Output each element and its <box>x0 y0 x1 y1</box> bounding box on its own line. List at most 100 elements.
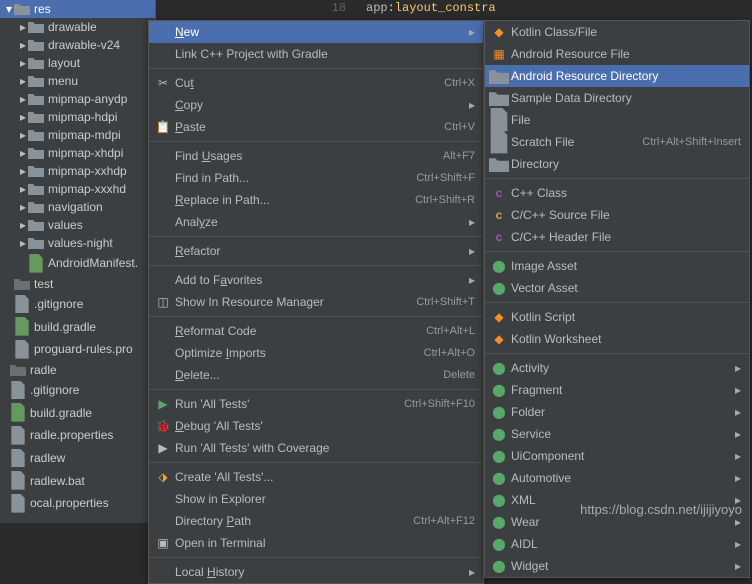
submenu-item-directory[interactable]: Directory <box>485 153 749 175</box>
expand-arrow-icon[interactable]: ▸ <box>18 74 28 88</box>
submenu-item-c-c-header-file[interactable]: cC/C++ Header File <box>485 226 749 248</box>
expand-arrow-icon[interactable]: ▸ <box>18 110 28 124</box>
tree-item--gitignore[interactable]: .gitignore <box>0 379 155 402</box>
submenu-item-image-asset[interactable]: ⬤Image Asset <box>485 255 749 277</box>
submenu-item-vector-asset[interactable]: ⬤Vector Asset <box>485 277 749 299</box>
menu-item-copy[interactable]: Copy▸ <box>149 94 483 116</box>
tree-item-mipmap-mdpi[interactable]: ▸mipmap-mdpi <box>0 126 155 144</box>
tree-item-radle-properties[interactable]: radle.properties <box>0 424 155 447</box>
tree-item-menu[interactable]: ▸menu <box>0 72 155 90</box>
tree-item-ocal-properties[interactable]: ocal.properties <box>0 492 155 515</box>
menu-label: Delete... <box>173 368 443 382</box>
menu-item-show-in-resource-manager[interactable]: ◫Show In Resource ManagerCtrl+Shift+T <box>149 291 483 313</box>
menu-item-delete-[interactable]: Delete...Delete <box>149 364 483 386</box>
menu-label: Replace in Path... <box>173 193 415 207</box>
menu-item-replace-in-path-[interactable]: Replace in Path...Ctrl+Shift+R <box>149 189 483 211</box>
menu-item-create-all-tests-[interactable]: ⬗Create 'All Tests'... <box>149 466 483 488</box>
submenu-item-service[interactable]: ⬤Service▸ <box>485 423 749 445</box>
tree-item-AndroidManifest-[interactable]: AndroidManifest. <box>0 252 155 275</box>
tree-item-layout[interactable]: ▸layout <box>0 54 155 72</box>
menu-item-optimize-imports[interactable]: Optimize ImportsCtrl+Alt+O <box>149 342 483 364</box>
menu-item-analyze[interactable]: Analyze▸ <box>149 211 483 233</box>
expand-arrow-icon[interactable]: ▸ <box>18 218 28 232</box>
submenu-item-kotlin-worksheet[interactable]: ◆Kotlin Worksheet <box>485 328 749 350</box>
expand-arrow-icon[interactable]: ▸ <box>18 182 28 196</box>
menu-item-directory-path[interactable]: Directory PathCtrl+Alt+F12 <box>149 510 483 532</box>
menu-item-find-in-path-[interactable]: Find in Path...Ctrl+Shift+F <box>149 167 483 189</box>
tree-item-radlew-bat[interactable]: radlew.bat <box>0 469 155 492</box>
menu-separator <box>149 68 483 69</box>
menu-item-open-in-terminal[interactable]: ▣Open in Terminal <box>149 532 483 554</box>
tree-item-build-gradle[interactable]: build.gradle <box>0 401 155 424</box>
tree-item--gitignore[interactable]: .gitignore <box>0 293 155 316</box>
tree-item-values[interactable]: ▸values <box>0 216 155 234</box>
cpp-src-icon: c <box>489 208 509 222</box>
tree-item-mipmap-hdpi[interactable]: ▸mipmap-hdpi <box>0 108 155 126</box>
expand-arrow-icon[interactable]: ▸ <box>18 20 28 34</box>
submenu-item-folder[interactable]: ⬤Folder▸ <box>485 401 749 423</box>
expand-arrow-icon[interactable]: ▸ <box>18 128 28 142</box>
menu-label: Open in Terminal <box>173 536 475 550</box>
expand-arrow-icon[interactable]: ▸ <box>18 92 28 106</box>
menu-item-paste[interactable]: 📋PasteCtrl+V <box>149 116 483 138</box>
tree-item-mipmap-xhdpi[interactable]: ▸mipmap-xhdpi <box>0 144 155 162</box>
tree-item-mipmap-xxhdp[interactable]: ▸mipmap-xxhdp <box>0 162 155 180</box>
tree-item-test[interactable]: test <box>0 275 155 293</box>
submenu-item-activity[interactable]: ⬤Activity▸ <box>485 357 749 379</box>
new-submenu[interactable]: ◆Kotlin Class/File▦Android Resource File… <box>484 20 750 578</box>
submenu-arrow-icon: ▸ <box>735 383 741 397</box>
menu-item-run-all-tests-with-coverage[interactable]: ▶Run 'All Tests' with Coverage <box>149 437 483 459</box>
menu-item-local-history[interactable]: Local History▸ <box>149 561 483 583</box>
expand-arrow-icon[interactable]: ▸ <box>18 164 28 178</box>
tree-item-mipmap-xxxhd[interactable]: ▸mipmap-xxxhd <box>0 180 155 198</box>
tree-item-mipmap-anydp[interactable]: ▸mipmap-anydp <box>0 90 155 108</box>
tree-item-proguard-rules-pro[interactable]: proguard-rules.pro <box>0 338 155 361</box>
tree-item-navigation[interactable]: ▸navigation <box>0 198 155 216</box>
submenu-item-c-c-source-file[interactable]: cC/C++ Source File <box>485 204 749 226</box>
tree-item-drawable[interactable]: ▸drawable <box>0 18 155 36</box>
submenu-item-uicomponent[interactable]: ⬤UiComponent▸ <box>485 445 749 467</box>
submenu-arrow-icon: ▸ <box>735 361 741 375</box>
menu-item-link-c-project-with-gradle[interactable]: Link C++ Project with Gradle <box>149 43 483 65</box>
expand-arrow-icon[interactable]: ▾ <box>4 2 14 16</box>
menu-item-find-usages[interactable]: Find UsagesAlt+F7 <box>149 145 483 167</box>
menu-label: Scratch File <box>509 135 642 149</box>
tree-item-radle[interactable]: radle <box>0 361 155 379</box>
menu-item-add-to-favorites[interactable]: Add to Favorites▸ <box>149 269 483 291</box>
expand-arrow-icon[interactable]: ▸ <box>18 146 28 160</box>
menu-item-run-all-tests-[interactable]: ▶Run 'All Tests'Ctrl+Shift+F10 <box>149 393 483 415</box>
menu-item-new[interactable]: New▸ <box>149 21 483 43</box>
submenu-item-scratch-file[interactable]: Scratch FileCtrl+Alt+Shift+Insert <box>485 131 749 153</box>
menu-item-show-in-explorer[interactable]: Show in Explorer <box>149 488 483 510</box>
submenu-item-android-resource-file[interactable]: ▦Android Resource File <box>485 43 749 65</box>
expand-arrow-icon[interactable]: ▸ <box>18 56 28 70</box>
submenu-item-fragment[interactable]: ⬤Fragment▸ <box>485 379 749 401</box>
submenu-item-automotive[interactable]: ⬤Automotive▸ <box>485 467 749 489</box>
tree-item-radlew[interactable]: radlew <box>0 447 155 470</box>
menu-item-debug-all-tests-[interactable]: 🐞Debug 'All Tests' <box>149 415 483 437</box>
tree-item-build-gradle[interactable]: build.gradle <box>0 315 155 338</box>
expand-arrow-icon[interactable]: ▸ <box>18 200 28 214</box>
submenu-item-sample-data-directory[interactable]: Sample Data Directory <box>485 87 749 109</box>
submenu-item-aidl[interactable]: ⬤AIDL▸ <box>485 533 749 555</box>
submenu-item-file[interactable]: File <box>485 109 749 131</box>
context-menu[interactable]: New▸Link C++ Project with Gradle ✂CutCtrl… <box>148 20 484 584</box>
tree-item-drawable-v24[interactable]: ▸drawable-v24 <box>0 36 155 54</box>
submenu-item-c-class[interactable]: cC++ Class <box>485 182 749 204</box>
project-tree[interactable]: ▾res▸drawable▸drawable-v24▸layout▸menu▸m… <box>0 0 156 523</box>
expand-arrow-icon[interactable]: ▸ <box>18 236 28 250</box>
submenu-arrow-icon: ▸ <box>735 449 741 463</box>
submenu-arrow-icon: ▸ <box>469 244 475 258</box>
file-icon <box>489 130 509 153</box>
expand-arrow-icon[interactable]: ▸ <box>18 38 28 52</box>
menu-item-refactor[interactable]: Refactor▸ <box>149 240 483 262</box>
tree-item-values-night[interactable]: ▸values-night <box>0 234 155 252</box>
submenu-item-kotlin-script[interactable]: ◆Kotlin Script <box>485 306 749 328</box>
submenu-item-widget[interactable]: ⬤Widget▸ <box>485 555 749 577</box>
submenu-item-kotlin-class-file[interactable]: ◆Kotlin Class/File <box>485 21 749 43</box>
folder-icon <box>28 129 44 141</box>
menu-item-cut[interactable]: ✂CutCtrl+X <box>149 72 483 94</box>
menu-item-reformat-code[interactable]: Reformat CodeCtrl+Alt+L <box>149 320 483 342</box>
submenu-item-android-resource-directory[interactable]: Android Resource Directory <box>485 65 749 87</box>
tree-item-res[interactable]: ▾res <box>0 0 155 18</box>
